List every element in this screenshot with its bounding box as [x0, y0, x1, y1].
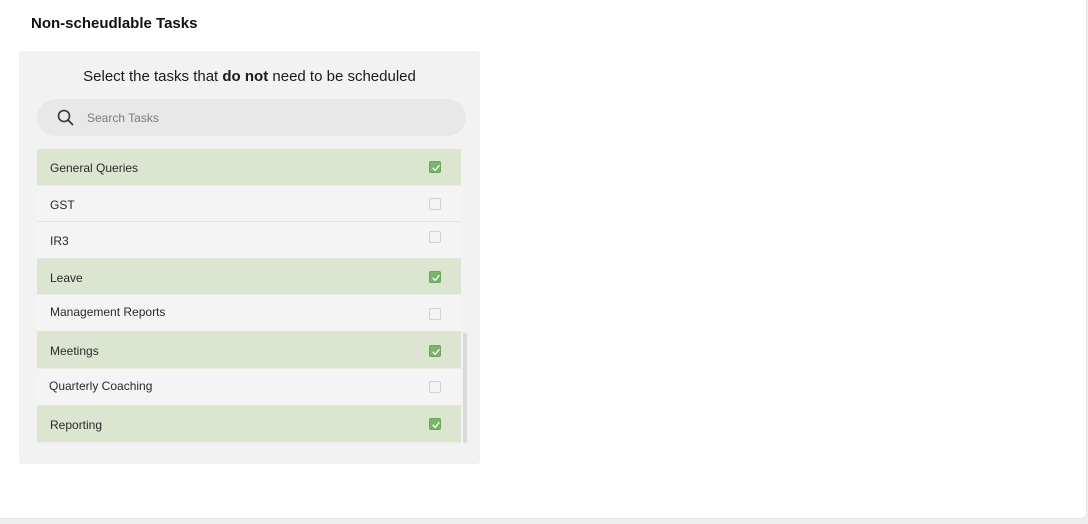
task-row[interactable]: IR3 — [37, 222, 461, 259]
task-label: Meetings — [50, 344, 99, 358]
task-row[interactable]: Management Reports — [37, 295, 461, 332]
task-checkbox-checked[interactable] — [429, 271, 441, 283]
instruction-prefix: Select the tasks that — [83, 68, 223, 85]
instruction-text: Select the tasks that do not need to be … — [19, 68, 480, 85]
task-checkbox-checked[interactable] — [429, 345, 441, 357]
task-checkbox[interactable] — [429, 231, 441, 243]
task-row[interactable]: Reporting — [37, 406, 461, 443]
task-row[interactable]: GST — [37, 186, 461, 222]
task-checkbox[interactable] — [429, 198, 441, 210]
checkmark-icon — [432, 421, 440, 429]
page-title: Non-scheudlable Tasks — [31, 15, 198, 32]
page-container: Non-scheudlable Tasks Select the tasks t… — [0, 0, 1087, 519]
task-checkbox-checked[interactable] — [429, 161, 441, 173]
task-label: Quarterly Coaching — [49, 379, 153, 393]
scrollbar-thumb[interactable] — [463, 333, 467, 443]
search-input[interactable] — [87, 99, 447, 136]
task-checkbox-checked[interactable] — [429, 418, 441, 430]
task-checkbox[interactable] — [429, 308, 441, 320]
instruction-suffix: need to be scheduled — [268, 68, 416, 85]
checkmark-icon — [432, 164, 440, 172]
task-label: IR3 — [50, 234, 69, 248]
checkmark-icon — [432, 348, 440, 356]
task-row[interactable]: Quarterly Coaching — [37, 369, 461, 406]
task-list-scrollbar[interactable] — [463, 149, 467, 443]
checkmark-icon — [432, 274, 440, 282]
task-label: GST — [50, 198, 75, 212]
task-label: Management Reports — [50, 305, 166, 319]
task-row[interactable]: Meetings — [37, 332, 461, 369]
task-list: General Queries GST IR3 Leave Management… — [37, 149, 461, 443]
task-label: Reporting — [50, 418, 103, 432]
search-icon[interactable] — [57, 109, 74, 126]
task-label: General Queries — [50, 161, 139, 175]
instruction-emphasis: do not — [222, 68, 269, 85]
task-label: Leave — [50, 271, 83, 285]
task-row[interactable]: Leave — [37, 259, 461, 295]
search-bar[interactable] — [37, 99, 466, 136]
task-checkbox[interactable] — [429, 381, 441, 393]
task-selection-panel: Select the tasks that do not need to be … — [19, 51, 480, 464]
task-row[interactable]: General Queries — [37, 149, 461, 186]
